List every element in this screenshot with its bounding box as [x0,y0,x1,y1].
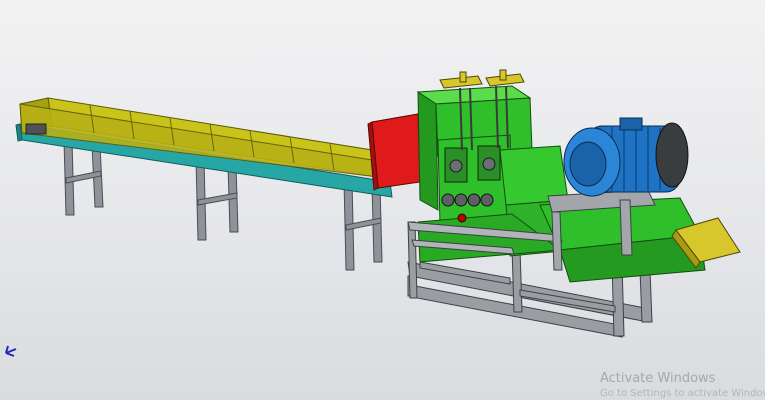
infeed-hopper [367,113,421,191]
windows-activation-watermark: Activate Windows Go to Settings to activ… [600,372,765,399]
feed-conveyor [15,97,393,271]
tension-adjusters [439,69,525,89]
coordinate-triad-icon [5,345,17,357]
watermark-subtitle: Go to Settings to activate Windows. [600,388,765,399]
watermark-title: Activate Windows [600,371,716,386]
wood-chipper-machine-model[interactable] [0,0,765,400]
cad-3d-viewport[interactable]: Activate Windows Go to Settings to activ… [0,0,765,400]
